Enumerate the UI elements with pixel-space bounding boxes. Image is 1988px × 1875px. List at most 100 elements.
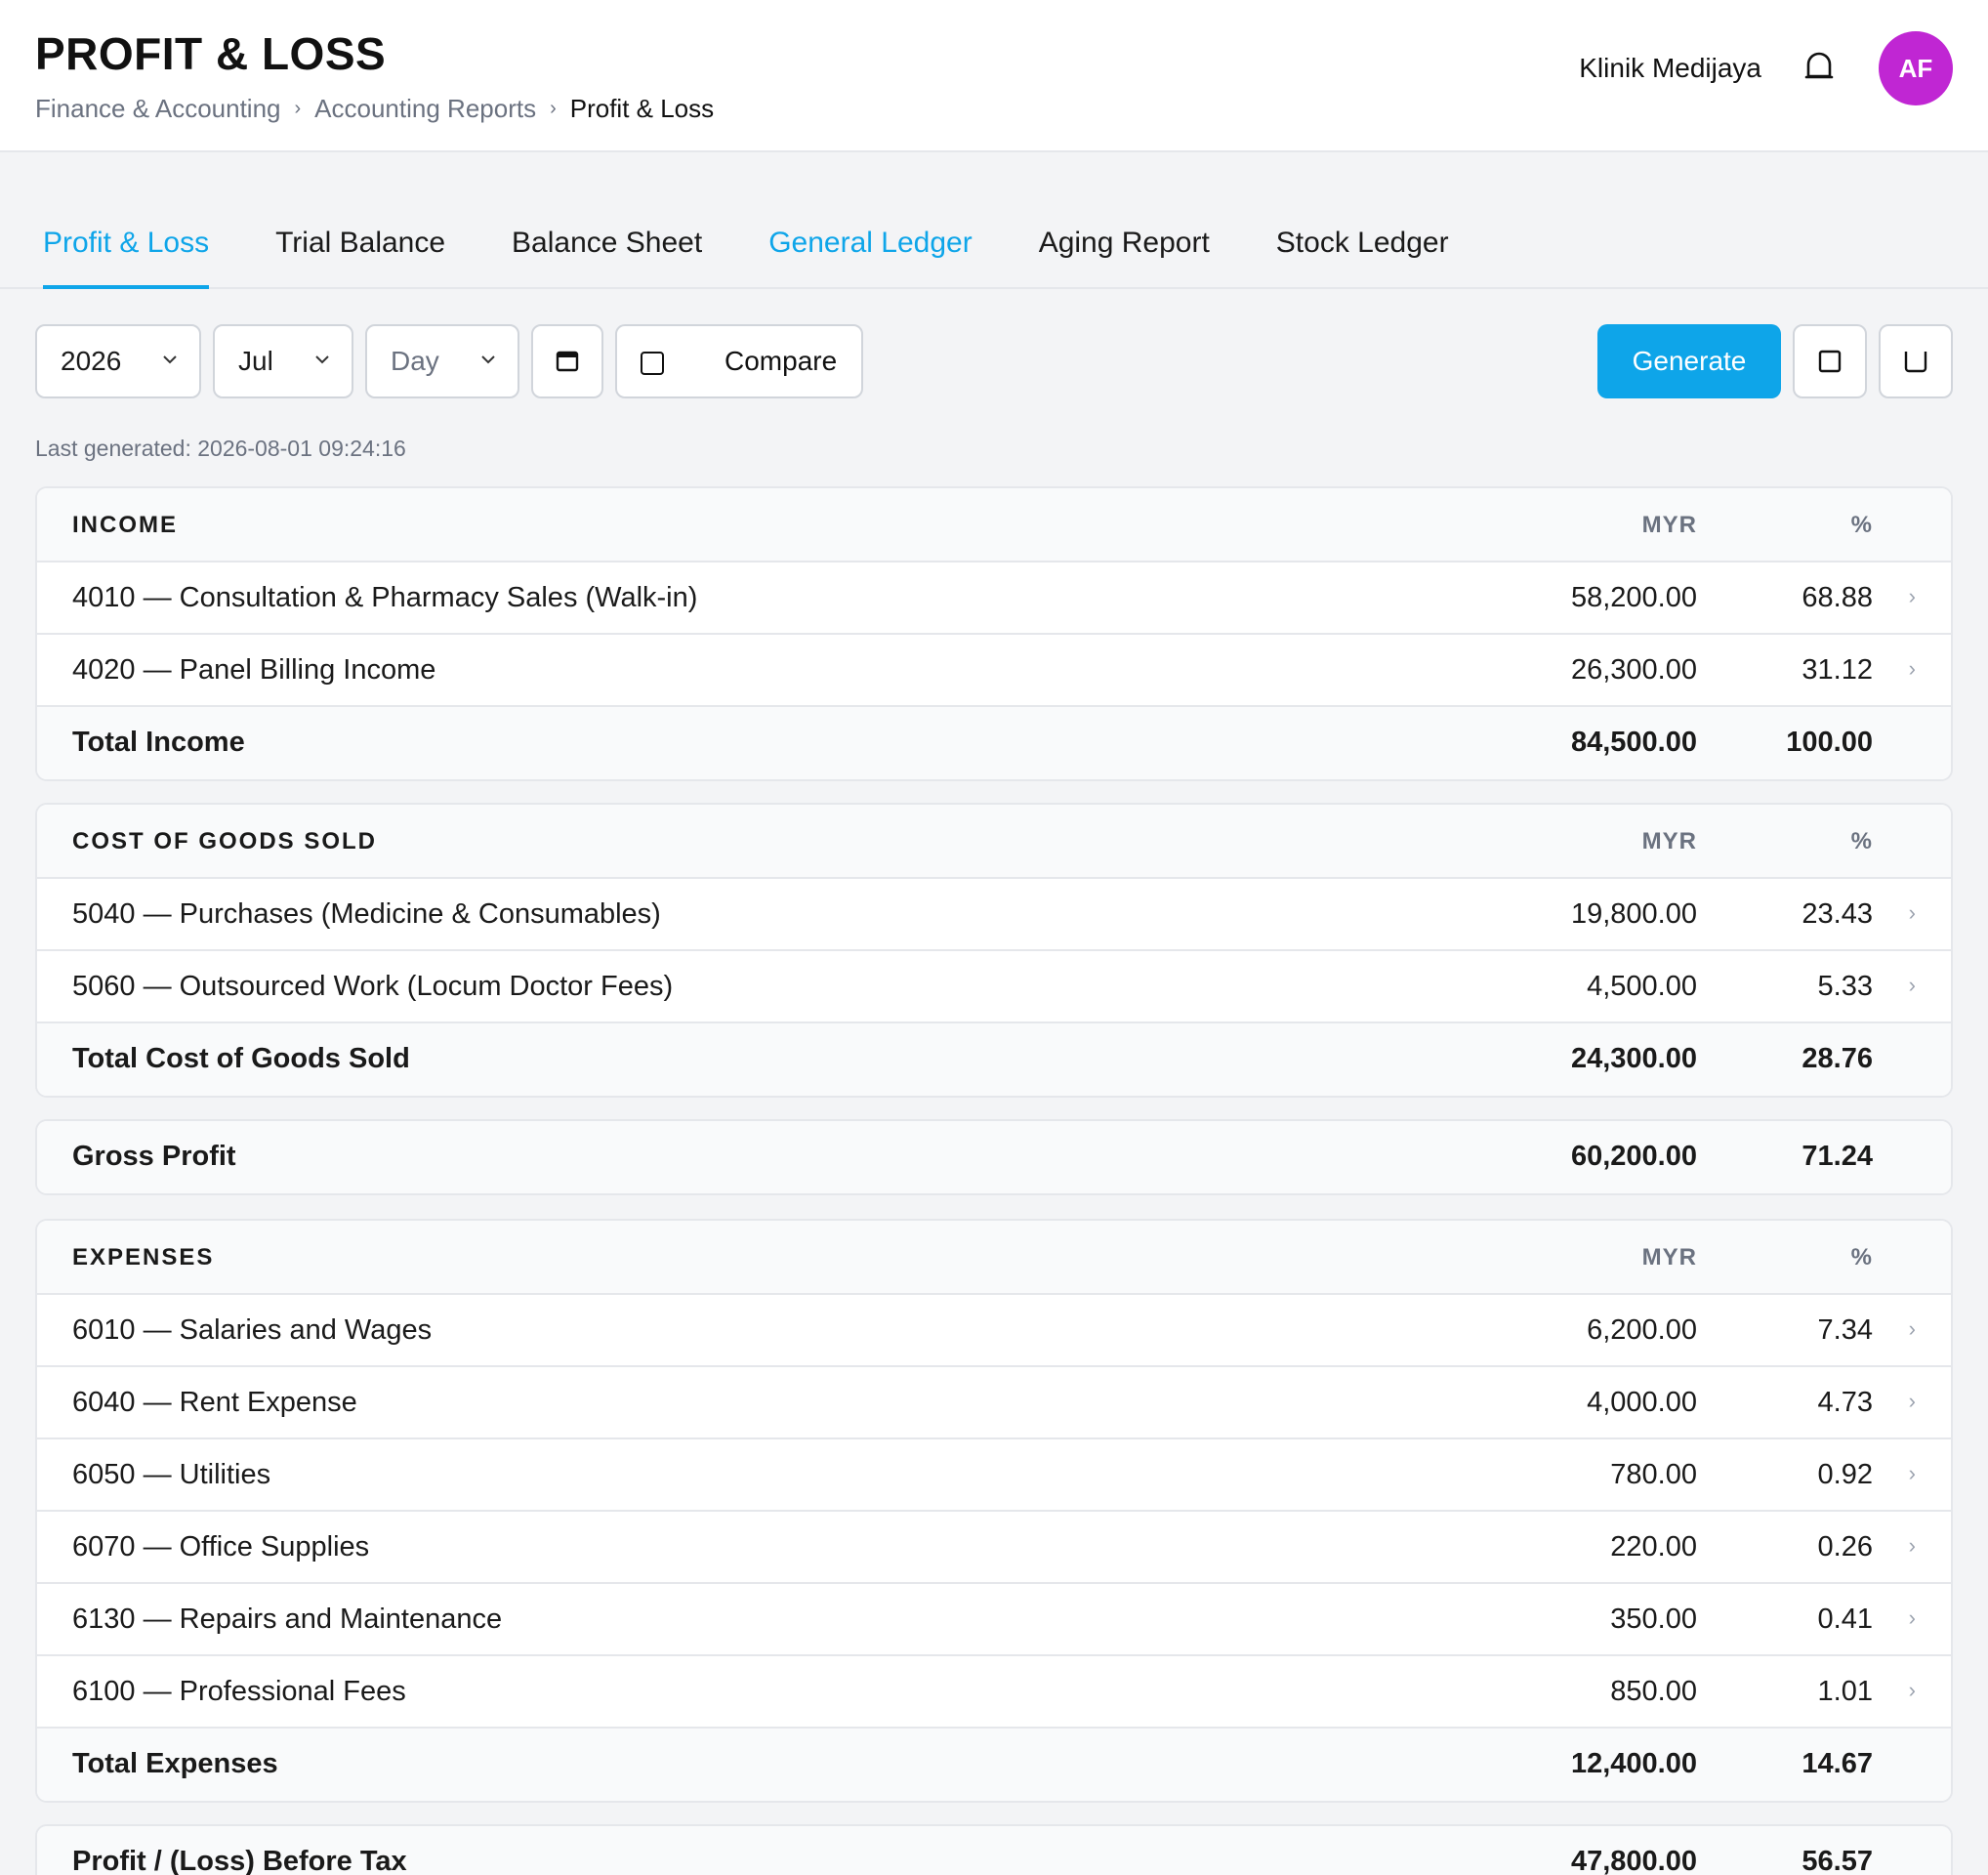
account-row[interactable]: 6050 — Utilities 780.00 0.92 › [37,1439,1951,1512]
account-percent: 5.33 [1817,971,1873,1002]
generate-button[interactable]: Generate [1597,324,1781,398]
calendar-button[interactable] [531,324,603,398]
gross-profit-percent: 71.24 [1802,1141,1873,1172]
profit-before-tax-row: Profit / (Loss) Before Tax 47,800.00 56.… [37,1826,1951,1875]
calendar-icon [556,351,579,372]
income-section: INCOME MYR % 4010 — Consultation & Pharm… [35,486,1953,781]
account-amount: 58,200.00 [1570,582,1697,613]
account-percent: 1.01 [1817,1676,1873,1707]
account-amount: 780.00 [1610,1459,1697,1490]
account-amount: 19,800.00 [1570,898,1697,930]
chevron-right-icon[interactable]: › [1909,973,1916,998]
total-row: Total Cost of Goods Sold 24,300.00 28.76 [37,1023,1951,1096]
day-select[interactable]: Day [365,324,519,398]
export-button[interactable] [1879,324,1953,398]
tab-general-ledger[interactable]: General Ledger [768,205,972,287]
profit-before-tax-section: Profit / (Loss) Before Tax 47,800.00 56.… [35,1824,1953,1875]
account-row[interactable]: 6010 — Salaries and Wages 6,200.00 7.34 … [37,1295,1951,1367]
chevron-right-icon[interactable]: › [1909,1678,1916,1703]
chevron-right-icon[interactable]: › [1909,1389,1916,1414]
account-percent: 7.34 [1817,1314,1873,1346]
tab-aging-report[interactable]: Aging Report [1039,205,1210,287]
download-tray-icon [1904,352,1927,373]
account-amount: 850.00 [1610,1676,1697,1707]
account-row[interactable]: 5060 — Outsourced Work (Locum Doctor Fee… [37,951,1951,1023]
account-percent: 23.43 [1802,898,1873,930]
account-percent: 0.41 [1817,1604,1873,1635]
notification-bell-icon[interactable] [1802,51,1836,84]
chevron-right-icon[interactable]: › [1909,584,1916,609]
chevron-down-icon [315,355,329,364]
breadcrumb-item-reports[interactable]: Accounting Reports [314,94,536,124]
account-row[interactable]: 6070 — Office Supplies 220.00 0.26 › [37,1512,1951,1584]
chevron-right-icon[interactable]: › [1909,1605,1916,1631]
column-header-percent: % [1850,512,1873,538]
total-label: Total Expenses [72,1748,278,1779]
total-amount: 12,400.00 [1570,1748,1697,1779]
gross-profit-amount: 60,200.00 [1570,1141,1697,1172]
column-header-percent: % [1850,828,1873,854]
gross-profit-label: Gross Profit [72,1141,236,1172]
tab-balance-sheet[interactable]: Balance Sheet [512,205,702,287]
account-label: 6050 — Utilities [72,1459,271,1490]
chevron-right-icon[interactable]: › [1909,1461,1916,1486]
account-label: 6100 — Professional Fees [72,1676,406,1707]
total-percent: 100.00 [1786,727,1873,758]
total-percent: 14.67 [1802,1748,1873,1779]
year-select-value: 2026 [61,346,122,376]
chevron-right-icon[interactable]: › [1909,1533,1916,1559]
profit-before-tax-label: Profit / (Loss) Before Tax [72,1846,407,1875]
account-label: 6010 — Salaries and Wages [72,1314,433,1346]
account-label: 6130 — Repairs and Maintenance [72,1604,503,1635]
account-amount: 4,000.00 [1587,1387,1697,1418]
profit-before-tax-percent: 56.57 [1802,1846,1873,1875]
account-label: 4020 — Panel Billing Income [72,654,436,686]
compare-button[interactable]: Compare [615,324,863,398]
tab-profit-loss[interactable]: Profit & Loss [43,205,210,289]
account-percent: 0.92 [1817,1459,1873,1490]
account-label: 5060 — Outsourced Work (Locum Doctor Fee… [72,971,674,1002]
account-row[interactable]: 4020 — Panel Billing Income 26,300.00 31… [37,635,1951,707]
clinic-name[interactable]: Klinik Medijaya [1579,53,1761,84]
column-header-myr: MYR [1641,512,1697,538]
tab-stock-ledger[interactable]: Stock Ledger [1276,205,1449,287]
compare-label: Compare [725,346,838,376]
breadcrumb-item-finance[interactable]: Finance & Accounting [35,94,281,124]
account-row[interactable]: 6040 — Rent Expense 4,000.00 4.73 › [37,1367,1951,1439]
section-header: INCOME MYR % [37,488,1951,562]
account-percent: 68.88 [1802,582,1873,613]
account-label: 4010 — Consultation & Pharmacy Sales (Wa… [72,582,698,613]
gross-profit-row: Gross Profit 60,200.00 71.24 [37,1121,1951,1193]
chevron-right-icon: › [550,98,557,119]
account-amount: 6,200.00 [1587,1314,1697,1346]
avatar[interactable]: AF [1879,31,1953,105]
account-label: 6040 — Rent Expense [72,1387,357,1418]
column-header-myr: MYR [1641,828,1697,854]
account-row[interactable]: 6100 — Professional Fees 850.00 1.01 › [37,1656,1951,1729]
account-row[interactable]: 5040 — Purchases (Medicine & Consumables… [37,879,1951,951]
chevron-right-icon: › [294,98,302,119]
account-percent: 4.73 [1817,1387,1873,1418]
column-header-percent: % [1850,1244,1873,1271]
checkbox-icon [641,352,664,375]
total-row: Total Income 84,500.00 100.00 [37,707,1951,779]
chevron-right-icon[interactable]: › [1909,1316,1916,1342]
month-select[interactable]: Jul [213,324,353,398]
month-select-value: Jul [238,346,273,376]
year-select[interactable]: 2026 [35,324,201,398]
account-percent: 31.12 [1802,654,1873,686]
chevron-down-icon [481,355,495,364]
chevron-right-icon[interactable]: › [1909,900,1916,926]
square-icon [1818,350,1842,373]
expenses-section: EXPENSES MYR % 6010 — Salaries and Wages… [35,1219,1953,1803]
account-amount: 350.00 [1610,1604,1697,1635]
report-tabs: Profit & Loss Trial Balance Balance Shee… [0,205,1988,289]
account-row[interactable]: 6130 — Repairs and Maintenance 350.00 0.… [37,1584,1951,1656]
tab-trial-balance[interactable]: Trial Balance [275,205,445,287]
account-row[interactable]: 4010 — Consultation & Pharmacy Sales (Wa… [37,562,1951,635]
column-header-myr: MYR [1641,1244,1697,1271]
chevron-right-icon[interactable]: › [1909,656,1916,682]
last-generated-text: Last generated: 2026-08-01 09:24:16 [35,436,406,461]
gross-profit-section: Gross Profit 60,200.00 71.24 [35,1119,1953,1195]
print-button[interactable] [1793,324,1867,398]
